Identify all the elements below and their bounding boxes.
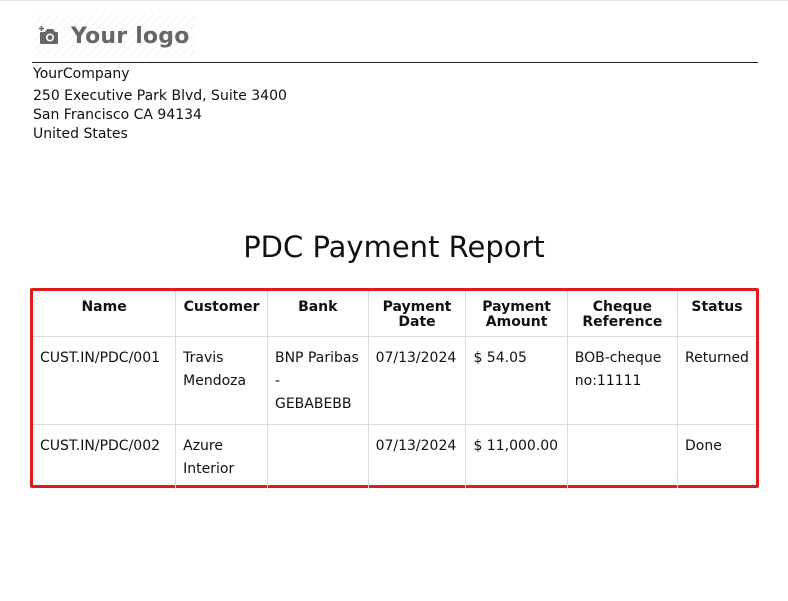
cell-name: CUST.IN/PDC/002 [33, 424, 176, 489]
cell-status: Done [676, 424, 756, 489]
column-header-bank: Bank [266, 291, 369, 337]
cell-name: CUST.IN/PDC/001 [33, 336, 176, 425]
cell-bank [266, 424, 369, 489]
cell-payment-date: 07/13/2024 [367, 336, 466, 425]
address-line-1: 250 Executive Park Blvd, Suite 3400 [33, 88, 287, 104]
address-country: United States [33, 126, 128, 142]
cell-customer: Azure Interior [175, 424, 268, 489]
table-row: CUST.IN/PDC/002 Azure Interior 07/13/202… [33, 424, 756, 489]
cell-bank: BNP Paribas - GEBABEBB [266, 336, 369, 425]
logo-text: Your logo [71, 23, 190, 49]
camera-icon [35, 22, 63, 50]
column-header-status: Status [676, 291, 756, 337]
cell-cheque-reference: BOB-cheque no:11111 [566, 336, 678, 425]
report-title: PDC Payment Report [243, 230, 545, 264]
header-divider [32, 62, 758, 63]
column-header-payment-date: Payment Date [367, 291, 466, 337]
table-row: CUST.IN/PDC/001 Travis Mendoza BNP Parib… [33, 336, 756, 425]
cell-status: Returned [676, 336, 756, 425]
table-header-row: Name Customer Bank Payment Date Payment … [33, 291, 756, 337]
company-logo: Your logo [35, 14, 195, 58]
column-header-customer: Customer [175, 291, 268, 337]
cell-payment-date: 07/13/2024 [367, 424, 466, 489]
company-address: YourCompany 250 Executive Park Blvd, Sui… [33, 65, 287, 144]
address-line-2: San Francisco CA 94134 [33, 107, 202, 123]
report-page: Your logo YourCompany 250 Executive Park… [0, 0, 788, 601]
column-header-payment-amount: Payment Amount [465, 291, 568, 337]
company-name: YourCompany [33, 66, 130, 82]
cell-payment-amount: $ 54.05 [465, 336, 568, 425]
cell-cheque-reference [566, 424, 678, 489]
pdc-payment-table: Name Customer Bank Payment Date Payment … [33, 291, 756, 489]
top-edge-line [0, 0, 788, 1]
column-header-name: Name [33, 291, 176, 337]
cell-customer: Travis Mendoza [175, 336, 268, 425]
cell-payment-amount: $ 11,000.00 [465, 424, 568, 489]
column-header-cheque-reference: Cheque Reference [566, 291, 678, 337]
pdc-payment-table-highlight: Name Customer Bank Payment Date Payment … [30, 288, 759, 489]
